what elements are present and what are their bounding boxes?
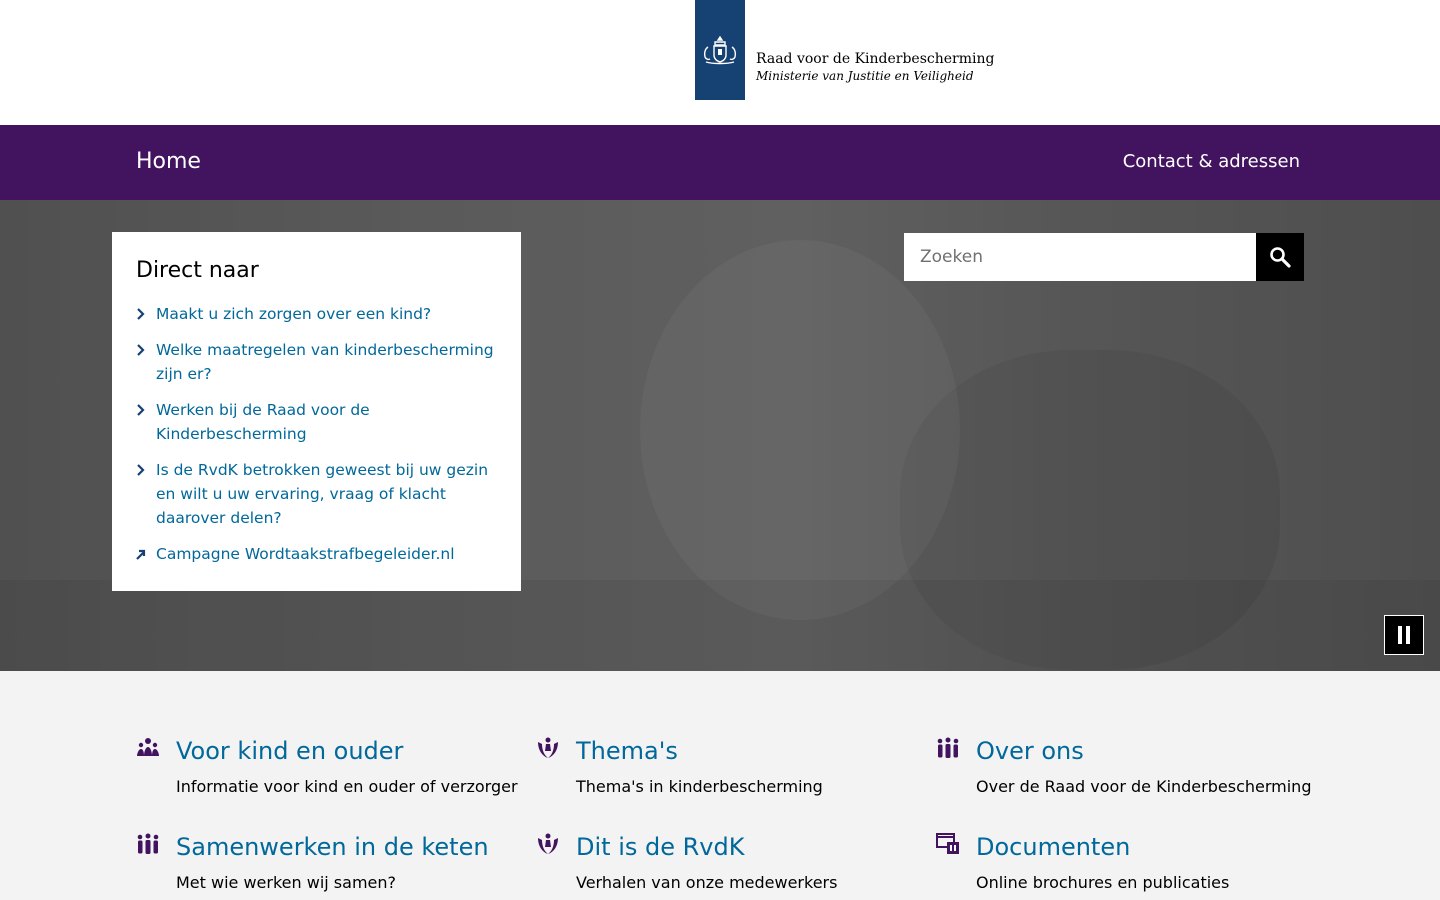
search-input[interactable] [904, 233, 1256, 281]
tile-description: Online brochures en publicaties [976, 873, 1230, 892]
search-form [904, 233, 1304, 281]
group-icon [937, 737, 959, 758]
tile-title[interactable]: Voor kind en ouder [176, 736, 403, 766]
nav-contact-link[interactable]: Contact & adressen [1123, 149, 1300, 175]
tile-description: Met wie werken wij samen? [176, 873, 397, 892]
carousel-pause-button[interactable] [1384, 615, 1424, 655]
documents-icon [936, 833, 959, 854]
group-icon [137, 833, 159, 854]
tile-title[interactable]: Samenwerken in de keten [176, 832, 489, 862]
protecting-hands-icon [538, 737, 558, 758]
direct-link-zorgen[interactable]: Maakt u zich zorgen over een kind? [156, 302, 497, 326]
tile-description: Thema's in kinderbescherming [576, 777, 823, 796]
search-icon [1270, 247, 1291, 268]
chevron-right-icon [137, 464, 145, 476]
site-header: Raad voor de Kinderbescherming Ministeri… [0, 0, 1440, 125]
direct-naar-list: Maakt u zich zorgen over een kind? Welke… [136, 302, 497, 566]
coat-of-arms-icon [703, 35, 737, 65]
direct-link-item: Werken bij de Raad voor de Kinderbescher… [136, 398, 497, 446]
nav-home-link[interactable]: Home [136, 147, 201, 177]
direct-naar-panel: Direct naar Maakt u zich zorgen over een… [112, 232, 521, 591]
direct-link-item: Welke maatregelen van kinderbescherming … [136, 338, 497, 386]
external-link-icon [136, 549, 146, 560]
direct-naar-title: Direct naar [136, 258, 259, 283]
direct-link-werken[interactable]: Werken bij de Raad voor de Kinderbescher… [156, 398, 497, 446]
logo-text: Raad voor de Kinderbescherming Ministeri… [756, 50, 994, 84]
direct-link-item: Is de RvdK betrokken geweest bij uw gezi… [136, 458, 497, 530]
direct-link-maatregelen[interactable]: Welke maatregelen van kinderbescherming … [156, 338, 497, 386]
hero-background-floor [0, 580, 1440, 671]
chevron-right-icon [137, 308, 145, 320]
hero-carousel: Direct naar Maakt u zich zorgen over een… [0, 200, 1440, 671]
family-icon [137, 738, 159, 756]
logo-link[interactable] [695, 0, 745, 100]
tile-title[interactable]: Over ons [976, 736, 1084, 766]
chevron-right-icon [137, 404, 145, 416]
tile-title[interactable]: Thema's [576, 736, 678, 766]
protecting-hands-icon [538, 833, 558, 854]
search-button[interactable] [1256, 233, 1304, 281]
main-nav: Home Contact & adressen [0, 125, 1440, 200]
direct-link-ervaring[interactable]: Is de RvdK betrokken geweest bij uw gezi… [156, 458, 497, 530]
pause-icon [1406, 626, 1410, 644]
chevron-right-icon [137, 344, 145, 356]
tile-description: Informatie voor kind en ouder of verzorg… [176, 777, 518, 796]
tile-title[interactable]: Documenten [976, 832, 1130, 862]
tile-title[interactable]: Dit is de RvdK [576, 832, 744, 862]
direct-link-item: Campagne Wordtaakstrafbegeleider.nl [136, 542, 497, 566]
ministry-name: Ministerie van Justitie en Veiligheid [756, 69, 974, 83]
direct-link-item: Maakt u zich zorgen over een kind? [136, 302, 497, 326]
tile-description: Over de Raad voor de Kinderbescherming [976, 777, 1312, 796]
pause-icon [1398, 626, 1402, 644]
tile-description: Verhalen van onze medewerkers [576, 873, 838, 892]
org-name: Raad voor de Kinderbescherming [756, 51, 995, 67]
direct-link-campagne[interactable]: Campagne Wordtaakstrafbegeleider.nl [156, 542, 497, 566]
